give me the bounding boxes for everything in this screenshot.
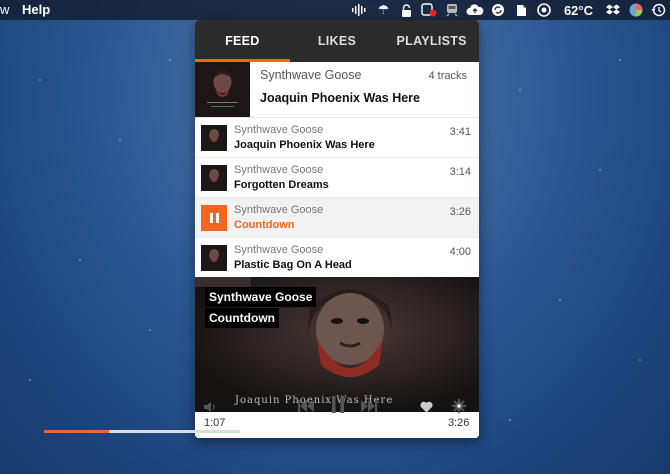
track-title: Countdown — [234, 219, 295, 231]
album-art — [195, 62, 250, 117]
track-title: Joaquin Phoenix Was Here — [234, 139, 375, 151]
track-row[interactable]: Synthwave Goose Joaquin Phoenix Was Here… — [195, 118, 479, 158]
evernote-icon[interactable] — [510, 0, 533, 20]
tab-likes[interactable]: LIKES — [290, 20, 385, 62]
track-row[interactable]: Synthwave Goose Plastic Bag On A Head 4:… — [195, 238, 479, 278]
music-player-popup: FEED LIKES PLAYLISTS Synthwave Goose Joa… — [195, 20, 479, 438]
album-info: Synthwave Goose Joaquin Phoenix Was Here… — [250, 62, 479, 117]
progress-fill — [44, 430, 109, 433]
track-artist: Synthwave Goose — [234, 244, 324, 256]
track-title: Forgotten Dreams — [234, 179, 329, 191]
temperature-readout[interactable]: 62°C — [556, 0, 601, 20]
circle-status-icon[interactable] — [533, 0, 556, 20]
train-icon[interactable] — [441, 0, 464, 20]
status-tray: ☂ 62°C — [349, 0, 670, 20]
tab-feed[interactable]: FEED — [195, 20, 290, 62]
color-wheel-icon[interactable] — [624, 0, 647, 20]
album-header[interactable]: Synthwave Goose Joaquin Phoenix Was Here… — [195, 62, 479, 118]
previous-track-icon[interactable] — [298, 399, 314, 415]
menu-bar: w Help ☂ 62°C — [0, 0, 670, 20]
sync-icon[interactable] — [487, 0, 510, 20]
track-artist: Synthwave Goose — [234, 164, 324, 176]
menu-item-partial[interactable]: w — [0, 2, 9, 17]
track-count: 4 tracks — [428, 70, 467, 82]
track-artist: Synthwave Goose — [234, 204, 324, 216]
track-info: Synthwave Goose Plastic Bag On A Head — [234, 244, 352, 271]
cloud-upload-icon[interactable] — [464, 0, 487, 20]
gear-icon[interactable] — [452, 399, 466, 416]
track-info: Synthwave Goose Joaquin Phoenix Was Here — [234, 124, 375, 151]
track-row-playing[interactable]: Synthwave Goose Countdown 3:26 — [195, 198, 479, 238]
track-duration: 4:00 — [449, 246, 471, 258]
now-playing-cover: Synthwave Goose Countdown Joaquin Phoeni… — [195, 277, 479, 412]
lock-icon[interactable] — [395, 0, 418, 20]
track-thumbnail — [201, 124, 227, 151]
next-track-icon[interactable] — [361, 399, 377, 415]
track-duration: 3:14 — [449, 166, 471, 178]
dropbox-icon[interactable] — [601, 0, 624, 20]
track-info: Synthwave Goose Countdown — [234, 204, 323, 231]
now-playing-artist: Synthwave Goose — [205, 287, 317, 307]
track-row[interactable]: Synthwave Goose Forgotten Dreams 3:14 — [195, 158, 479, 198]
volume-icon[interactable] — [203, 400, 217, 416]
elapsed-time: 1:07 — [204, 417, 226, 429]
pause-button-icon[interactable] — [331, 396, 345, 416]
track-duration: 3:41 — [449, 126, 471, 138]
track-title: Plastic Bag On A Head — [234, 259, 352, 271]
waveform-icon[interactable] — [349, 0, 372, 20]
track-duration: 3:26 — [449, 206, 471, 218]
heart-icon[interactable] — [420, 400, 433, 416]
progress-bar[interactable] — [44, 430, 240, 433]
time-machine-icon[interactable] — [647, 0, 670, 20]
track-thumbnail — [201, 164, 227, 191]
total-time: 3:26 — [448, 417, 470, 429]
tab-playlists[interactable]: PLAYLISTS — [384, 20, 479, 62]
player-controls: 1:07 3:26 — [195, 396, 479, 438]
tab-bar: FEED LIKES PLAYLISTS — [195, 20, 479, 62]
track-info: Synthwave Goose Forgotten Dreams — [234, 164, 329, 191]
track-thumbnail — [201, 244, 227, 271]
pause-indicator-icon[interactable] — [201, 204, 227, 231]
umbrella-icon[interactable]: ☂ — [372, 0, 395, 20]
now-playing-title: Countdown — [205, 308, 279, 328]
track-artist: Synthwave Goose — [234, 124, 324, 136]
record-icon[interactable] — [418, 0, 441, 20]
menu-item-help[interactable]: Help — [22, 2, 50, 17]
album-title: Joaquin Phoenix Was Here — [260, 91, 420, 105]
